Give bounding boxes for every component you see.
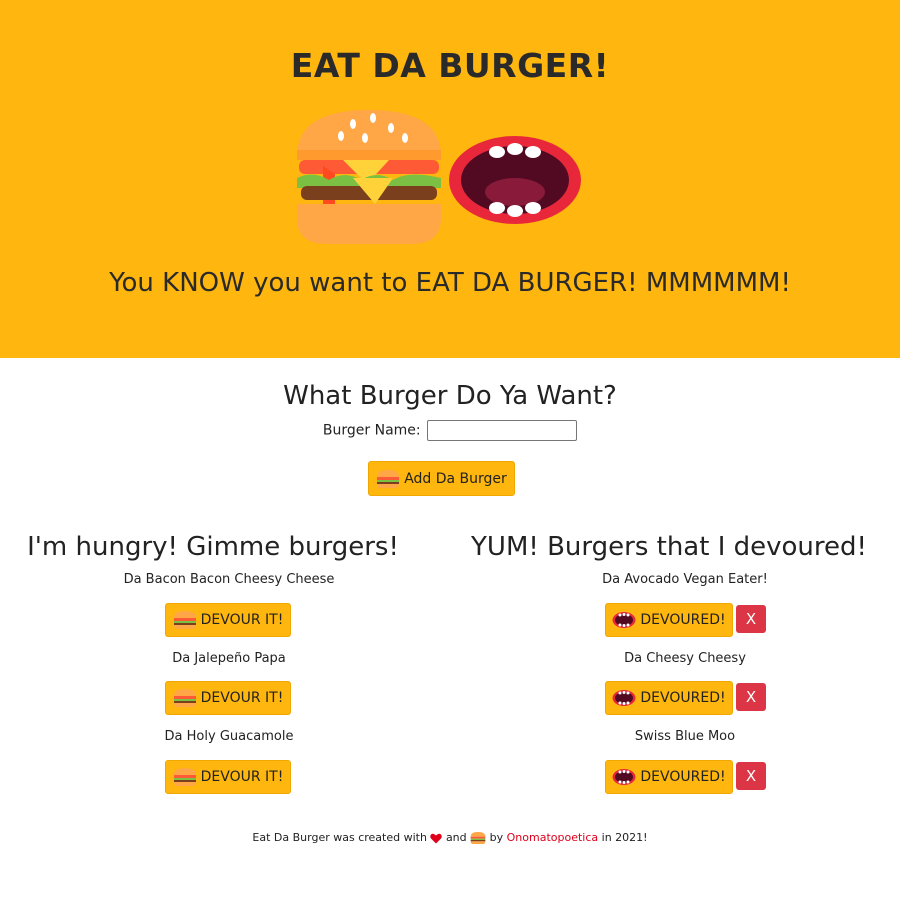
delete-button[interactable]: X [736,605,766,633]
hero-illustration [297,110,581,244]
devour-button[interactable]: DEVOUR IT! [165,760,291,794]
footer-and: and [445,831,467,844]
hero-tagline: You KNOW you want to EAT DA BURGER! MMMM… [109,268,791,298]
footer: Eat Da Burger was created with and by On… [0,831,900,845]
burger-name: Swiss Blue Moo [634,729,736,744]
delete-button[interactable]: X [736,762,766,790]
footer-post: in 2021! [601,831,648,844]
mouth-icon [612,769,636,785]
devour-button[interactable]: DEVOUR IT! [165,603,291,637]
burger-name-label: Burger Name: [322,422,421,439]
burger-icon [173,768,196,786]
devour-label: DEVOUR IT! [200,690,284,706]
burger-name-input[interactable] [427,420,578,441]
author-link[interactable]: Onomatopoetica [507,831,599,844]
burger-name: Da Holy Guacamole [164,729,294,744]
burger-name-row: Burger Name: [0,420,900,441]
burger-icon [173,689,196,707]
devoured-heading: YUM! Burgers that I devoured! [471,532,867,562]
footer-pre: Eat Da Burger was created with [252,831,427,844]
burger-icon [470,832,486,844]
devoured-label: DEVOURED! [640,612,726,628]
devour-button[interactable]: DEVOUR IT! [165,681,291,715]
devour-label: DEVOUR IT! [200,612,284,628]
page-title: EAT DA BURGER! [290,46,610,85]
mouth-icon [449,136,581,224]
hero-banner: EAT DA BURGER! You KNOW you want to EAT … [0,0,900,358]
devoured-button[interactable]: DEVOURED! [605,681,733,715]
burger-name: Da Avocado Vegan Eater! [602,572,768,587]
add-burger-label: Add Da Burger [404,470,507,487]
mouth-icon [612,612,636,628]
devour-label: DEVOUR IT! [200,769,284,785]
burger-icon [297,110,441,244]
burger-icon [377,469,400,488]
burger-name: Da Bacon Bacon Cheesy Cheese [123,572,335,587]
devoured-label: DEVOURED! [640,769,726,785]
hungry-heading: I'm hungry! Gimme burgers! [27,532,399,562]
burger-icon [173,611,196,629]
burger-name: Da Cheesy Cheesy [624,651,746,666]
footer-by: by [489,831,504,844]
devoured-label: DEVOURED! [640,690,726,706]
mouth-icon [612,690,636,706]
devoured-button[interactable]: DEVOURED! [605,603,733,637]
add-burger-button[interactable]: Add Da Burger [368,461,515,496]
form-heading: What Burger Do Ya Want? [283,381,617,411]
delete-button[interactable]: X [736,683,766,711]
burger-name: Da Jalepeño Papa [172,651,286,666]
devoured-button[interactable]: DEVOURED! [605,760,733,794]
heart-icon [430,833,443,843]
